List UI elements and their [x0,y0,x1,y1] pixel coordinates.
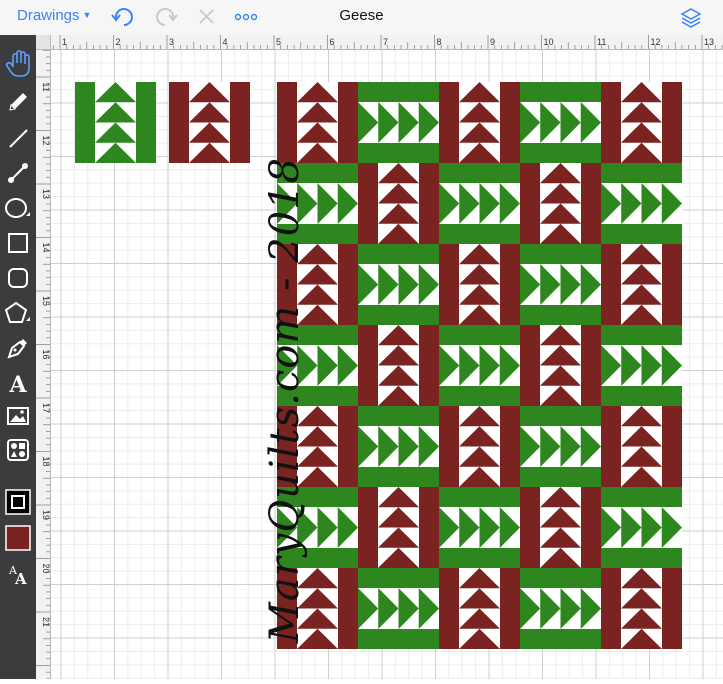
fill-color-icon[interactable] [3,523,33,553]
layers-icon[interactable] [679,6,703,35]
quilt-block-vertical-red[interactable] [520,487,601,568]
quilt-block-vertical-red[interactable] [601,244,682,325]
quilt-block-horizontal-green[interactable] [358,568,439,649]
ruler-number: 13 [704,37,714,47]
tool-palette: A AA [0,35,36,679]
quilt-block-horizontal-green[interactable] [520,406,601,487]
text-style-icon[interactable]: AA [3,559,33,589]
quilt-block-vertical-red[interactable] [277,82,358,163]
redo-icon[interactable] [152,6,178,33]
ruler-number: 3 [169,37,174,47]
ruler-number: 19 [41,510,50,520]
svg-text:A: A [8,372,27,395]
quilt-block-vertical-red[interactable] [439,406,520,487]
ruler-number: 17 [41,403,50,413]
pencil-icon[interactable] [3,87,33,117]
quilt-block-horizontal-green[interactable] [358,82,439,163]
ruler-number: 11 [41,82,50,91]
more-icon[interactable] [234,6,258,33]
quilt-block-horizontal-green[interactable] [601,325,682,406]
drawings-button[interactable]: Drawings ▼ [17,7,91,24]
ruler-number: 11 [597,37,606,47]
ruler-number: 21 [41,617,50,627]
undo-icon[interactable] [111,6,137,33]
quilt-block-horizontal-green[interactable] [439,163,520,244]
top-bar: Drawings ▼ Geese [0,0,723,36]
svg-text:A: A [14,570,27,586]
ruler-number: 12 [651,37,661,47]
ruler-corner [36,35,51,50]
ruler-number: 10 [544,37,554,47]
ruler-number: 6 [330,37,335,47]
text-icon[interactable]: A [3,368,33,398]
vertical-ruler[interactable]: 11 12 13 14 15 16 17 18 19 20 21 [36,49,51,680]
quilt-block-horizontal-green[interactable] [358,244,439,325]
quilt-block-horizontal-green[interactable] [358,406,439,487]
quilt-block-vertical-red[interactable] [358,487,439,568]
ruler-number: 9 [490,37,495,47]
ruler-number: 15 [41,296,50,306]
ruler-number: 16 [41,349,50,359]
quilt-block-horizontal-green[interactable] [520,568,601,649]
quilt-block-horizontal-green[interactable] [439,487,520,568]
close-icon[interactable] [197,6,217,33]
ruler-number: 7 [383,37,388,47]
ruler-number: 1 [62,37,67,47]
quilt-block-vertical-red[interactable] [601,82,682,163]
ruler-number: 20 [41,563,50,573]
quilt-block-vertical-red[interactable] [358,325,439,406]
rounded-rectangle-icon[interactable] [3,263,33,293]
drawings-label: Drawings [17,7,80,24]
ruler-number: 18 [41,456,50,466]
ruler-number: 2 [116,37,121,47]
quilt-block-vertical-green[interactable] [75,82,156,163]
quilt-block-vertical-red[interactable] [439,82,520,163]
pen-icon[interactable] [3,333,33,363]
hand-icon[interactable] [3,49,33,79]
ruler-number: 5 [276,37,281,47]
rectangle-icon[interactable] [3,228,33,258]
shapes-library-icon[interactable] [3,435,33,465]
quilt-block-horizontal-green[interactable] [439,325,520,406]
image-icon[interactable] [3,401,33,431]
stroke-color-icon[interactable] [3,487,33,517]
line-icon[interactable] [3,123,33,153]
ruler-number: 13 [41,189,50,199]
quilt-block-horizontal-green[interactable] [601,163,682,244]
document-title: Geese [339,7,384,24]
ruler-number: 4 [223,37,228,47]
quilt-block-vertical-red[interactable] [439,568,520,649]
quilt-block-vertical-red[interactable] [520,325,601,406]
quilt-block-vertical-red[interactable] [439,244,520,325]
connector-icon[interactable] [3,158,33,188]
quilt-block-horizontal-green[interactable] [520,82,601,163]
quilt-block-vertical-red[interactable] [601,568,682,649]
quilt-block-horizontal-green[interactable] [601,487,682,568]
ruler-number: 8 [437,37,442,47]
polygon-icon[interactable] [3,298,33,328]
ruler-number: 12 [41,135,50,145]
quilt-block-vertical-red[interactable] [358,163,439,244]
quilt-block-horizontal-green[interactable] [520,244,601,325]
chevron-down-icon: ▼ [82,10,92,20]
drawing-canvas[interactable]: MaryQuilts.com - 2018 [51,50,723,679]
quilt-block-vertical-red[interactable] [601,406,682,487]
horizontal-ruler[interactable]: 1 2 3 4 5 6 7 8 9 10 11 12 13 [36,35,723,50]
quilt-block-vertical-red[interactable] [520,163,601,244]
ellipse-icon[interactable] [3,193,33,223]
ruler-number: 14 [41,242,50,252]
quilt-block-vertical-red[interactable] [169,82,250,163]
